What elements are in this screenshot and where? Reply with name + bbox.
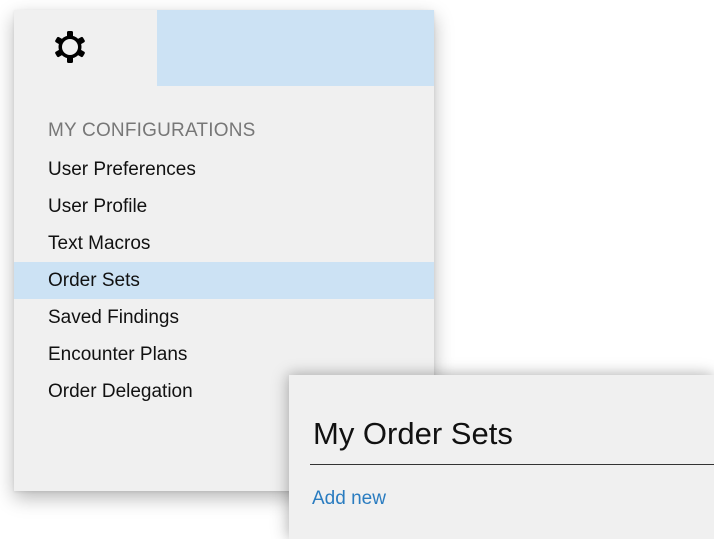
panel-title: My Order Sets xyxy=(313,416,513,451)
add-new-link[interactable]: Add new xyxy=(312,488,386,510)
header-tab-active[interactable] xyxy=(157,10,434,86)
menu-item-text-macros[interactable]: Text Macros xyxy=(14,225,434,262)
stage: MY CONFIGURATIONS User Preferences User … xyxy=(0,0,714,539)
menu-item-encounter-plans[interactable]: Encounter Plans xyxy=(14,336,434,373)
menu-item-user-preferences[interactable]: User Preferences xyxy=(14,151,434,188)
configurations-menu: User Preferences User Profile Text Macro… xyxy=(14,151,434,410)
settings-button[interactable] xyxy=(14,10,157,86)
menu-item-order-sets[interactable]: Order Sets xyxy=(14,262,434,299)
order-sets-panel: My Order Sets Add new xyxy=(289,375,714,539)
panel-divider xyxy=(310,464,714,465)
gear-icon xyxy=(55,31,85,63)
menu-item-saved-findings[interactable]: Saved Findings xyxy=(14,299,434,336)
section-heading: MY CONFIGURATIONS xyxy=(48,120,256,141)
menu-item-user-profile[interactable]: User Profile xyxy=(14,188,434,225)
